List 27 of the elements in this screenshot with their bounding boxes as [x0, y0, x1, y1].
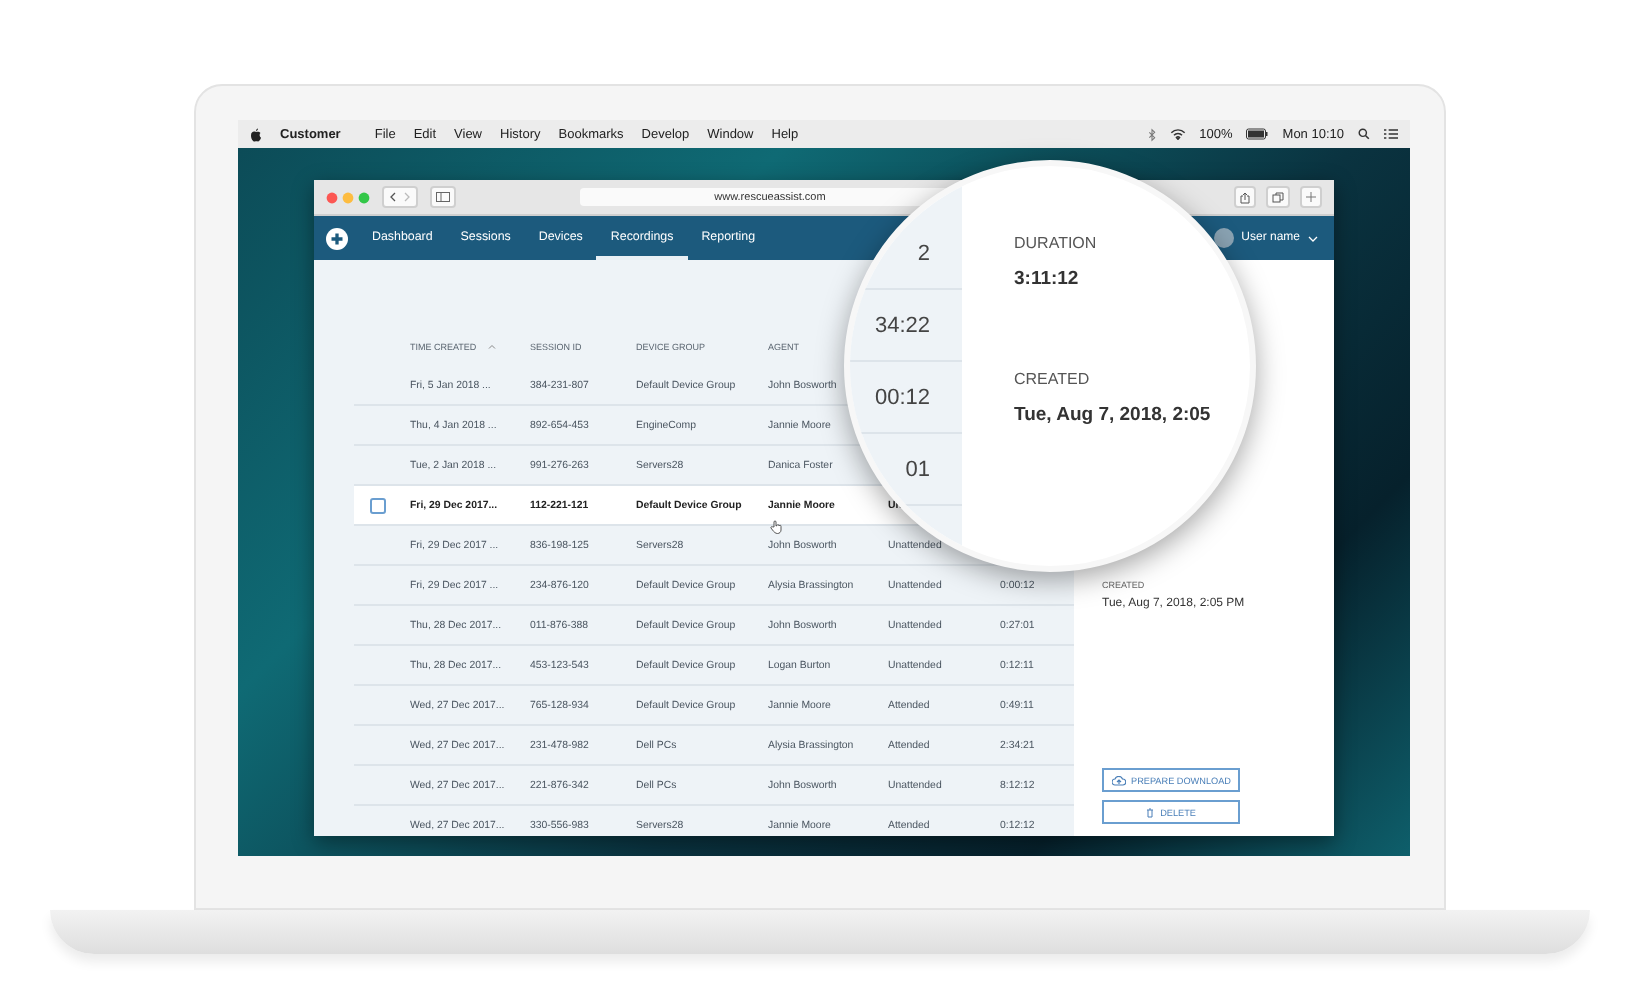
sidebar-icon [436, 192, 450, 202]
magnified-text: 00:12 [874, 385, 930, 409]
sidebar-button[interactable] [430, 186, 456, 208]
hand-cursor-icon [770, 520, 782, 534]
magnified-label: DURATION [1014, 234, 1099, 252]
row-checkbox[interactable] [370, 497, 386, 513]
magnified-text: 2 [917, 241, 930, 265]
chevrons-icon [388, 192, 412, 202]
caret-icon[interactable] [1308, 235, 1318, 241]
cloud-upload-icon [1111, 775, 1126, 785]
search-icon[interactable] [1358, 128, 1370, 140]
bluetooth-icon[interactable] [1147, 127, 1156, 141]
magnified-text: 01 [905, 457, 930, 481]
plus-icon [1306, 192, 1316, 202]
magnified-value: 3:11:12 [1014, 268, 1081, 290]
magnified-text: 34:22 [874, 313, 930, 337]
trash-icon [1146, 807, 1155, 817]
battery-icon[interactable] [1246, 128, 1269, 140]
window-controls-icon[interactable] [326, 191, 370, 203]
user-avatar[interactable] [1213, 228, 1234, 248]
list-icon[interactable] [1384, 128, 1398, 140]
share-icon [1240, 191, 1250, 203]
tabs-icon [1272, 191, 1284, 203]
plus-circle-icon[interactable] [326, 227, 348, 249]
apple-icon [250, 127, 262, 141]
tabs-button[interactable] [1266, 186, 1290, 208]
wifi-icon[interactable] [1169, 128, 1186, 140]
